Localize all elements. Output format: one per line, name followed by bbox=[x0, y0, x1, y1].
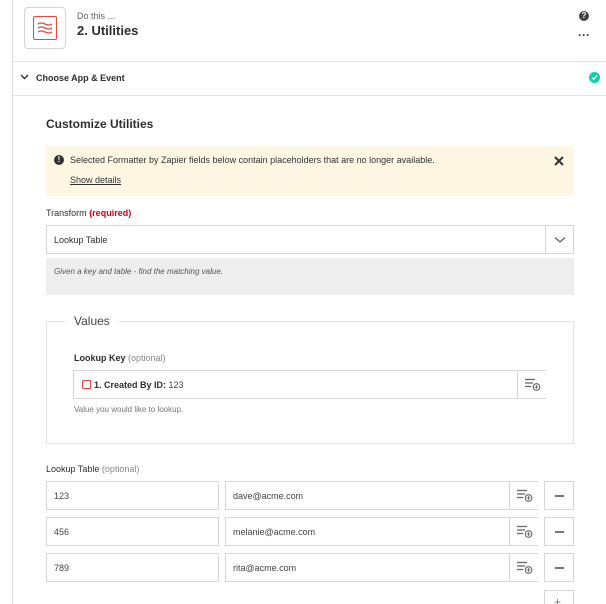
section-label[interactable]: Choose App & Event bbox=[36, 73, 125, 83]
insert-data-icon bbox=[517, 525, 533, 538]
formatter-icon bbox=[82, 380, 91, 389]
step-header: Do this ... 2. Utilities ? ··· bbox=[13, 0, 606, 62]
remove-row-button[interactable] bbox=[544, 481, 574, 510]
transform-value[interactable]: Lookup Table bbox=[54, 235, 107, 245]
placeholder-alert: ! Selected Formatter by Zapier fields be… bbox=[46, 146, 574, 196]
values-legend: Values bbox=[65, 314, 119, 328]
lookup-key-cell[interactable]: 789 bbox=[46, 553, 219, 582]
step-panel: Do this ... 2. Utilities ? ··· Choose Ap… bbox=[12, 0, 606, 604]
lookup-key-hint: Value you would like to lookup. bbox=[74, 405, 184, 414]
check-circle-icon bbox=[589, 72, 600, 83]
insert-data-button[interactable] bbox=[509, 554, 538, 581]
alert-message: Selected Formatter by Zapier fields belo… bbox=[70, 155, 435, 165]
chevron-down-icon[interactable] bbox=[20, 74, 29, 80]
add-icon: + bbox=[554, 595, 562, 604]
remove-row-button[interactable] bbox=[544, 553, 574, 582]
insert-data-icon bbox=[517, 561, 533, 574]
transform-label: Transform (required) bbox=[46, 208, 132, 218]
table-row: 123 dave@acme.com bbox=[46, 481, 574, 510]
close-icon[interactable] bbox=[552, 154, 566, 168]
transform-help: Given a key and table - find the matchin… bbox=[46, 258, 574, 295]
alert-icon: ! bbox=[54, 155, 64, 165]
more-icon[interactable]: ··· bbox=[578, 28, 590, 42]
step-title[interactable]: 2. Utilities bbox=[77, 23, 138, 38]
select-divider bbox=[545, 226, 546, 253]
remove-icon bbox=[555, 495, 564, 497]
lookup-key-cell[interactable]: 456 bbox=[46, 517, 219, 546]
chevron-down-icon[interactable] bbox=[554, 236, 566, 244]
formatter-icon bbox=[33, 16, 57, 40]
remove-row-button[interactable] bbox=[544, 517, 574, 546]
lookup-table-label: Lookup Table (optional) bbox=[46, 464, 140, 474]
remove-icon bbox=[555, 567, 564, 569]
lookup-value-cell[interactable]: melanie@acme.com bbox=[225, 517, 538, 546]
required-marker: (required) bbox=[89, 208, 132, 218]
lookup-key-label: Lookup Key (optional) bbox=[74, 353, 166, 363]
form-title: Customize Utilities bbox=[46, 117, 154, 131]
show-details-link[interactable]: Show details bbox=[70, 175, 121, 185]
table-row: 789 rita@acme.com bbox=[46, 553, 574, 582]
insert-data-button[interactable] bbox=[517, 371, 546, 398]
lookup-value-cell[interactable]: dave@acme.com bbox=[225, 481, 538, 510]
insert-data-icon bbox=[525, 378, 541, 391]
formatter-app-icon bbox=[24, 7, 66, 49]
step-kicker: Do this ... bbox=[77, 11, 116, 21]
insert-data-icon bbox=[517, 489, 533, 502]
table-row: 456 melanie@acme.com bbox=[46, 517, 574, 546]
remove-icon bbox=[555, 531, 564, 533]
section-choose-app[interactable]: Choose App & Event bbox=[13, 62, 606, 96]
lookup-value-cell[interactable]: rita@acme.com bbox=[225, 553, 538, 582]
insert-data-button[interactable] bbox=[509, 518, 538, 545]
help-icon[interactable]: ? bbox=[579, 11, 589, 21]
transform-select[interactable]: Lookup Table bbox=[46, 225, 574, 254]
lookup-key-pill[interactable]: 1. Created By ID: 123 bbox=[94, 380, 184, 390]
add-row-button[interactable]: + bbox=[544, 590, 574, 604]
lookup-key-cell[interactable]: 123 bbox=[46, 481, 219, 510]
insert-data-button[interactable] bbox=[509, 482, 538, 509]
transform-help-text: Given a key and table - find the matchin… bbox=[54, 267, 223, 276]
lookup-key-input[interactable]: 1. Created By ID: 123 bbox=[73, 370, 546, 399]
